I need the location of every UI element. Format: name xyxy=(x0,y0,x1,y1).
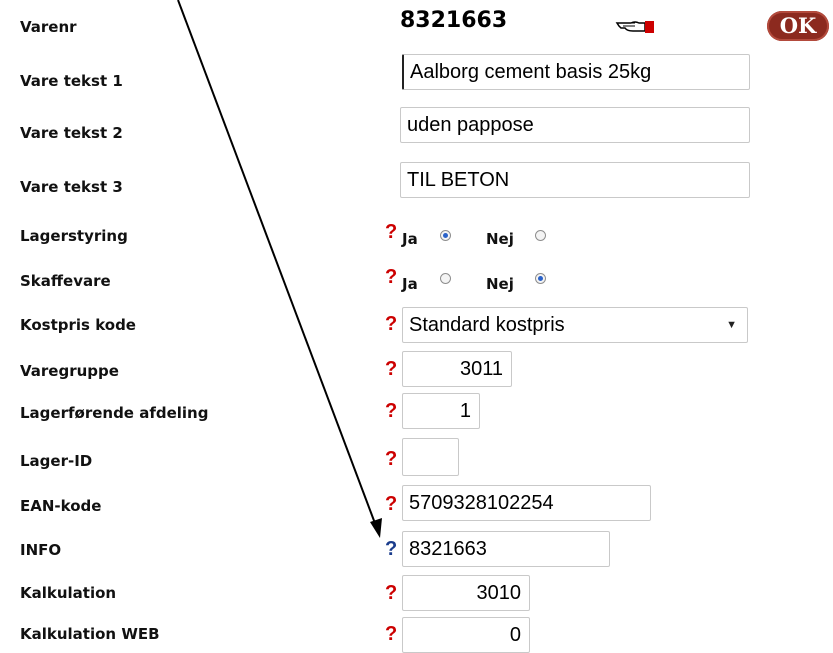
pointing-hand-icon[interactable] xyxy=(615,15,659,39)
info-input[interactable]: 8321663 xyxy=(402,531,610,567)
help-icon[interactable]: ? xyxy=(385,539,397,559)
text3-input[interactable]: TIL BETON xyxy=(400,162,750,198)
ok-button[interactable]: OK xyxy=(767,11,829,41)
text3-label: Vare tekst 3 xyxy=(20,178,123,196)
ean-input[interactable]: 5709328102254 xyxy=(402,485,651,521)
stock-control-label: Lagerstyring xyxy=(20,227,128,245)
stock-item-yes-radio[interactable] xyxy=(440,273,451,284)
calc-input[interactable]: 3010 xyxy=(402,575,530,611)
stock-id-label: Lager-ID xyxy=(20,452,93,470)
chevron-down-icon: ▼ xyxy=(726,319,737,331)
cost-code-select[interactable]: Standard kostpris ▼ xyxy=(402,307,748,343)
stock-item-yes-label: Ja xyxy=(402,275,418,293)
text1-input[interactable]: Aalborg cement basis 25kg xyxy=(402,54,750,90)
help-icon[interactable]: ? xyxy=(385,624,397,644)
stock-dept-input[interactable]: 1 xyxy=(402,393,480,429)
stock-item-label: Skaffevare xyxy=(20,272,111,290)
stock-item-no-label: Nej xyxy=(486,275,514,293)
help-icon[interactable]: ? xyxy=(385,222,397,242)
stock-dept-label: Lagerførende afdeling xyxy=(20,404,209,422)
info-label: INFO xyxy=(20,541,62,559)
help-icon[interactable]: ? xyxy=(385,359,397,379)
stock-control-yes-radio[interactable] xyxy=(440,230,451,241)
help-icon[interactable]: ? xyxy=(385,494,397,514)
help-icon[interactable]: ? xyxy=(385,267,397,287)
cost-code-value: Standard kostpris xyxy=(409,314,565,336)
cost-code-label: Kostpris kode xyxy=(20,316,136,334)
ean-label: EAN-kode xyxy=(20,497,102,515)
text2-label: Vare tekst 2 xyxy=(20,124,123,142)
text1-label: Vare tekst 1 xyxy=(20,72,123,90)
item-number: 8321663 xyxy=(400,8,508,33)
item-group-input[interactable]: 3011 xyxy=(402,351,512,387)
stock-control-no-label: Nej xyxy=(486,230,514,248)
calc-web-label: Kalkulation WEB xyxy=(20,625,160,643)
item-number-label: Varenr xyxy=(20,18,77,36)
help-icon[interactable]: ? xyxy=(385,449,397,469)
stock-control-yes-label: Ja xyxy=(402,230,418,248)
calc-label: Kalkulation xyxy=(20,584,117,602)
item-group-label: Varegruppe xyxy=(20,362,119,380)
stock-control-no-radio[interactable] xyxy=(535,230,546,241)
stock-id-input[interactable] xyxy=(402,438,459,476)
stock-item-no-radio[interactable] xyxy=(535,273,546,284)
text2-input[interactable]: uden pappose xyxy=(400,107,750,143)
help-icon[interactable]: ? xyxy=(385,314,397,334)
help-icon[interactable]: ? xyxy=(385,401,397,421)
help-icon[interactable]: ? xyxy=(385,583,397,603)
